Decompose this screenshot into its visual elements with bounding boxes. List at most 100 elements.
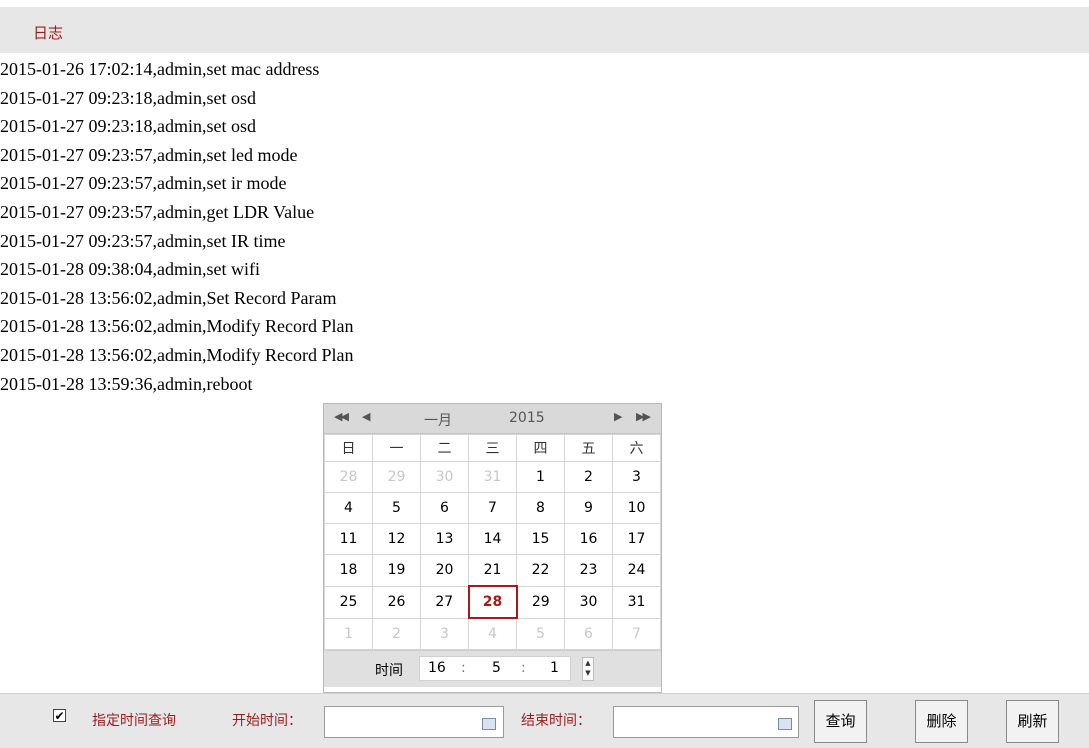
hour-field[interactable]: 16 (428, 660, 446, 676)
log-entry: 2015-01-27 09:23:57,admin,set ir mode (0, 173, 287, 194)
calendar-day[interactable]: 4 (468, 617, 517, 650)
calendar-day[interactable]: 31 (612, 585, 661, 619)
weekday-header: 日 (324, 434, 373, 462)
log-entry: 2015-01-27 09:23:57,admin,set led mode (0, 144, 298, 165)
calendar-day[interactable]: 3 (612, 461, 661, 493)
calendar-day[interactable]: 3 (420, 617, 469, 650)
time-filter-checkbox[interactable]: ✔ (53, 709, 66, 723)
log-entry: 2015-01-28 13:59:36,admin,reboot (0, 373, 253, 394)
calendar-day[interactable]: 25 (324, 585, 373, 619)
time-spinner[interactable]: ▲ ▼ (582, 657, 594, 681)
second-field[interactable]: 1 (550, 660, 559, 676)
calendar-day[interactable]: 12 (372, 523, 421, 555)
weekday-row: 日一二三四五六 (324, 434, 661, 462)
log-entry: 2015-01-27 09:23:18,admin,set osd (0, 116, 256, 137)
calendar-day[interactable]: 22 (516, 554, 565, 587)
calendar-day[interactable]: 13 (420, 523, 469, 555)
time-input[interactable]: 16 : 5 : 1 (419, 656, 571, 681)
page-title: 日志 (33, 24, 64, 42)
weekday-header: 一 (372, 434, 421, 462)
query-toolbar: ✔ 指定时间查询 开始时间： 结束时间： 查询 删除 刷新 (0, 693, 1089, 748)
calendar-day[interactable]: 18 (324, 554, 373, 587)
weekday-header: 六 (612, 434, 661, 462)
calendar-day-selected[interactable]: 28 (467, 585, 518, 619)
calendar-month[interactable]: 一月 (424, 410, 452, 430)
calendar-week: 11 12 13 14 15 16 17 (324, 523, 661, 555)
next-month-icon[interactable]: ▶ (614, 410, 623, 423)
calendar-day[interactable]: 4 (324, 492, 373, 524)
calendar-day[interactable]: 29 (516, 585, 565, 619)
calendar-day[interactable]: 1 (324, 617, 373, 650)
calendar-day[interactable]: 11 (324, 523, 373, 555)
calendar-week: 1234567 (324, 617, 661, 650)
calendar-day[interactable]: 27 (420, 585, 469, 619)
calendar-day[interactable]: 2 (372, 617, 421, 650)
calendar-day[interactable]: 24 (612, 554, 661, 587)
calendar-day[interactable]: 30 (420, 461, 469, 493)
weekday-header: 四 (516, 434, 565, 462)
date-picker-calendar: ◀◀ ◀ 一月 2015 ▶ ▶▶ 日一二三四五六 28 29 30 31 1 2 3 4 5 6 7… (323, 403, 662, 693)
log-entry: 2015-01-28 13:56:02,admin,Modify Record … (0, 316, 354, 337)
end-time-label: 结束时间： (521, 713, 591, 729)
log-entry: 2015-01-27 09:23:18,admin,set osd (0, 87, 256, 108)
calendar-day[interactable]: 19 (372, 554, 421, 587)
calendar-day[interactable]: 28 (324, 461, 373, 493)
calendar-day[interactable]: 29 (372, 461, 421, 493)
calendar-week: 28 29 30 31 1 2 3 (324, 461, 661, 493)
calendar-day[interactable]: 16 (564, 523, 613, 555)
calendar-day[interactable]: 15 (516, 523, 565, 555)
calendar-grid: 日一二三四五六 28 29 30 31 1 2 3 4 5 6 7 8 9 10 11 12 13 14 15 16 17… (324, 434, 661, 650)
log-entry: 2015-01-27 09:23:57,admin,get LDR Value (0, 201, 315, 222)
prev-month-icon[interactable]: ◀ (362, 410, 371, 423)
start-time-input[interactable] (324, 706, 504, 738)
calendar-day[interactable]: 1 (516, 461, 565, 493)
minute-field[interactable]: 5 (492, 660, 501, 676)
calendar-day[interactable]: 6 (420, 492, 469, 524)
calendar-day[interactable]: 17 (612, 523, 661, 555)
log-entry: 2015-01-28 13:56:02,admin,Modify Record … (0, 344, 354, 365)
spin-up-icon[interactable]: ▲ (583, 658, 593, 668)
calendar-week: 4 5 6 7 8 9 10 (324, 492, 661, 524)
prev-year-icon[interactable]: ◀◀ (334, 410, 349, 423)
weekday-header: 三 (468, 434, 517, 462)
calendar-day[interactable]: 9 (564, 492, 613, 524)
time-filter-label: 指定时间查询 (92, 713, 176, 729)
calendar-day[interactable]: 26 (372, 585, 421, 619)
refresh-button[interactable]: 刷新 (1006, 700, 1059, 743)
log-entry: 2015-01-28 13:56:02,admin,Set Record Par… (0, 287, 337, 308)
log-entry: 2015-01-26 17:02:14,admin,set mac addres… (0, 59, 320, 79)
calendar-day[interactable]: 6 (564, 617, 613, 650)
calendar-day[interactable]: 21 (468, 554, 517, 587)
log-list: 2015-01-26 17:02:14,admin,set mac addres… (0, 55, 353, 398)
next-year-icon[interactable]: ▶▶ (636, 410, 651, 423)
calendar-year[interactable]: 2015 (509, 410, 545, 426)
calendar-day[interactable]: 5 (516, 617, 565, 650)
calendar-day[interactable]: 7 (468, 492, 517, 524)
calendar-day[interactable]: 30 (564, 585, 613, 619)
calendar-day[interactable]: 31 (468, 461, 517, 493)
calendar-header: ◀◀ ◀ 一月 2015 ▶ ▶▶ (324, 404, 661, 434)
calendar-icon[interactable] (778, 718, 792, 730)
calendar-week: 18 19 20 21 22 23 24 (324, 554, 661, 587)
time-separator: : (521, 660, 526, 676)
calendar-day[interactable]: 8 (516, 492, 565, 524)
log-header: 日志 (0, 7, 1089, 53)
time-row: 时间 16 : 5 : 1 ▲ ▼ (324, 650, 661, 687)
weekday-header: 二 (420, 434, 469, 462)
calendar-day[interactable]: 2 (564, 461, 613, 493)
spin-down-icon[interactable]: ▼ (583, 668, 593, 678)
calendar-day[interactable]: 7 (612, 617, 661, 650)
calendar-icon[interactable] (482, 718, 496, 730)
time-label: 时间 (375, 663, 403, 679)
log-entry: 2015-01-28 09:38:04,admin,set wifi (0, 259, 260, 280)
calendar-day[interactable]: 20 (420, 554, 469, 587)
end-time-input[interactable] (613, 706, 799, 738)
calendar-day[interactable]: 10 (612, 492, 661, 524)
calendar-day[interactable]: 23 (564, 554, 613, 587)
time-separator: : (461, 660, 466, 676)
delete-button[interactable]: 删除 (915, 700, 968, 743)
calendar-day[interactable]: 14 (468, 523, 517, 555)
calendar-day[interactable]: 5 (372, 492, 421, 524)
query-button[interactable]: 查询 (814, 700, 867, 743)
log-entry: 2015-01-27 09:23:57,admin,set IR time (0, 230, 286, 251)
